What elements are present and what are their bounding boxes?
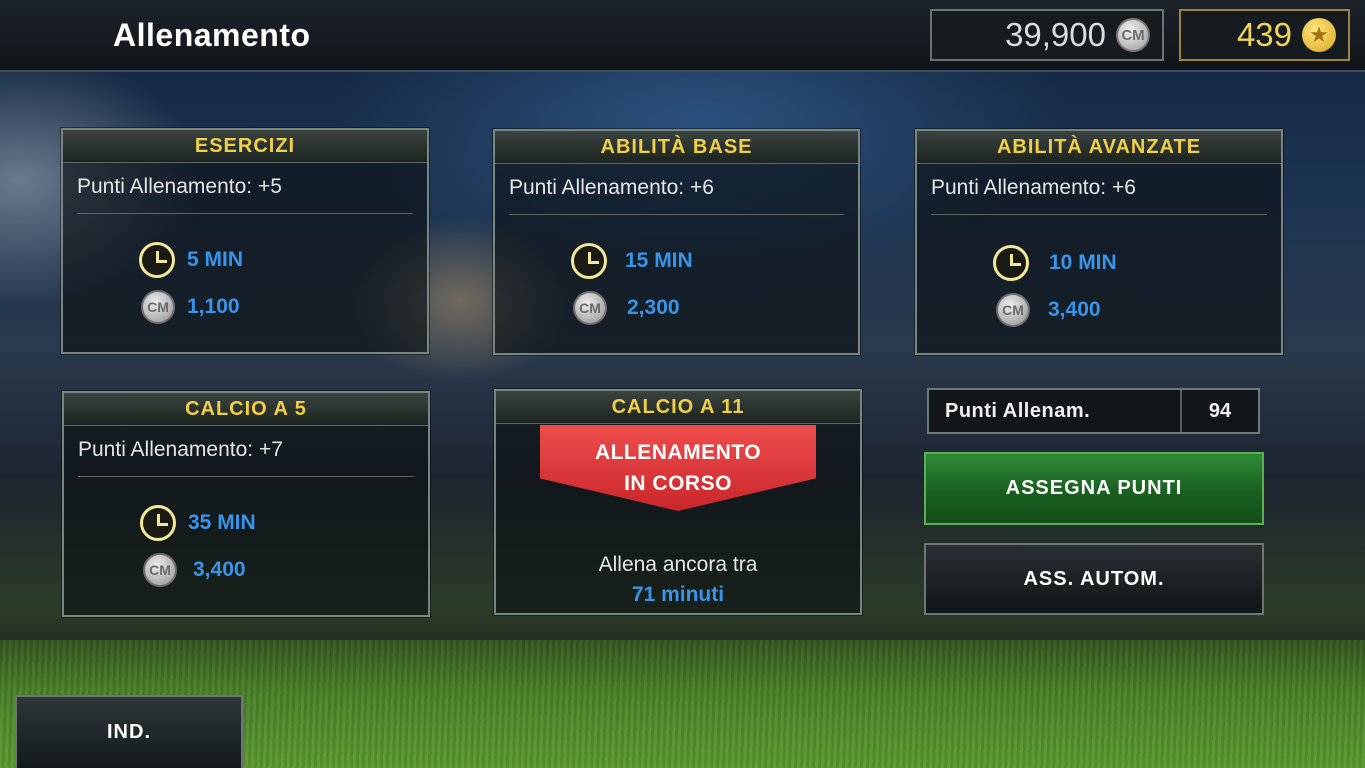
card-points: Punti Allenamento: +6 [931, 176, 1136, 199]
card-time: 5 MIN [187, 248, 244, 271]
gold-balance-amount: 439 [1236, 16, 1292, 53]
card-divider [931, 214, 1267, 215]
card-time-row: 15 MIN [571, 243, 693, 279]
clock-icon [571, 243, 607, 279]
retrain-label: Allena ancora tra [598, 553, 758, 576]
training-in-progress-ribbon: ALLENAMENTO IN CORSO [540, 425, 816, 511]
training-card-abilita-avanzate[interactable]: ABILITÀ AVANZATE Punti Allenamento: +6 1… [915, 129, 1283, 355]
clock-icon [139, 242, 175, 278]
clock-icon [140, 505, 176, 541]
ribbon-line-2: IN CORSO [624, 472, 732, 495]
cm-coin-icon: CM [573, 291, 607, 325]
gold-star-icon: ★ [1302, 18, 1336, 52]
card-time-row: 10 MIN [993, 245, 1117, 281]
card-time-row: 5 MIN [139, 242, 243, 278]
card-divider [509, 214, 844, 215]
cm-balance[interactable]: 39,900 CM [930, 9, 1164, 61]
training-card-esercizi[interactable]: ESERCIZI Punti Allenamento: +5 5 MIN CM … [61, 128, 429, 354]
training-card-abilita-base[interactable]: ABILITÀ BASE Punti Allenamento: +6 15 MI… [493, 129, 860, 355]
training-points-label: Punti Allenam. [945, 399, 1091, 422]
auto-assign-button[interactable]: ASS. AUTOM. [924, 543, 1264, 615]
gold-balance[interactable]: 439 ★ [1179, 9, 1350, 61]
card-title: ABILITÀ AVANZATE [917, 131, 1281, 164]
card-cost-row: CM 2,300 [573, 291, 680, 325]
training-points-value: 94 [1180, 390, 1258, 432]
cm-coin-icon: CM [1116, 18, 1150, 52]
card-divider [78, 476, 414, 477]
training-card-calcio-a-5[interactable]: CALCIO A 5 Punti Allenamento: +7 35 MIN … [62, 391, 430, 617]
card-points: Punti Allenamento: +7 [78, 438, 283, 461]
card-time: 15 MIN [625, 249, 693, 272]
card-title: ESERCIZI [63, 130, 427, 163]
card-points: Punti Allenamento: +5 [77, 175, 282, 198]
card-cost-row: CM 3,400 [996, 293, 1101, 327]
card-time-row: 35 MIN [140, 505, 256, 541]
card-cost-row: CM 3,400 [143, 553, 246, 587]
card-cost: 1,100 [187, 295, 240, 318]
cm-coin-icon: CM [996, 293, 1030, 327]
card-time: 10 MIN [1049, 251, 1117, 274]
card-cost: 3,400 [1048, 298, 1101, 321]
back-button[interactable]: IND. [15, 695, 243, 768]
card-divider [77, 213, 413, 214]
card-title: ABILITÀ BASE [495, 131, 858, 164]
card-cost: 3,400 [193, 558, 246, 581]
card-time: 35 MIN [188, 511, 256, 534]
page-title: Allenamento [113, 17, 311, 53]
training-card-calcio-a-11[interactable]: CALCIO A 11 ALLENAMENTO IN CORSO Allena … [494, 389, 862, 615]
retrain-countdown: 71 minuti [631, 583, 725, 606]
cm-coin-icon: CM [141, 290, 175, 324]
assign-points-button[interactable]: ASSEGNA PUNTI [924, 452, 1264, 525]
card-cost-row: CM 1,100 [141, 290, 240, 324]
card-cost: 2,300 [627, 296, 680, 319]
clock-icon [993, 245, 1029, 281]
cm-coin-icon: CM [143, 553, 177, 587]
cm-balance-amount: 39,900 [1005, 16, 1106, 53]
top-bar: Allenamento 39,900 CM 439 ★ [0, 0, 1365, 72]
ribbon-line-1: ALLENAMENTO [594, 441, 762, 464]
card-points: Punti Allenamento: +6 [509, 176, 714, 199]
card-title: CALCIO A 11 [496, 391, 860, 424]
training-points-display: Punti Allenam. 94 [927, 388, 1260, 434]
card-title: CALCIO A 5 [64, 393, 428, 426]
